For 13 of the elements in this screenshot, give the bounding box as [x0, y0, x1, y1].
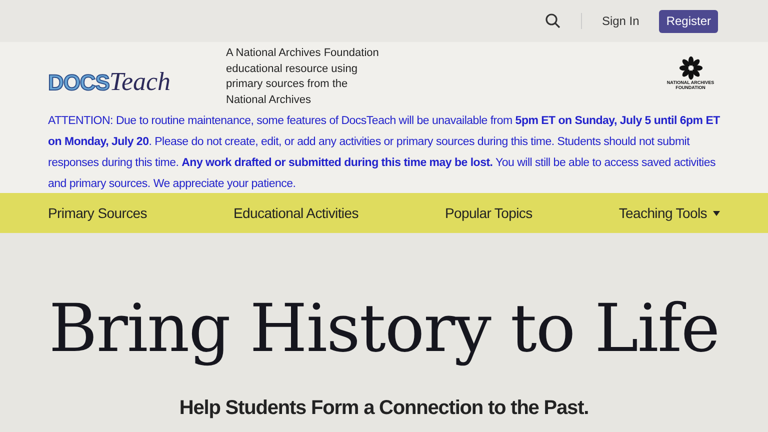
- hero-subtitle: Help Students Form a Connection to the Past.: [179, 396, 589, 421]
- tagline: A National Archives Foundation educational resource using primary sources from the National Archives: [226, 46, 380, 108]
- hero-title: Bring History to Life: [48, 289, 720, 369]
- star-burst-icon: [678, 56, 702, 80]
- docsteach-logo[interactable]: DOCSTeach: [48, 62, 226, 101]
- maintenance-notice: ATTENTION: Due to routine maintenance, some features of DocsTeach will be unavailable from 5pm ET on Sunday, July 5 until 6pm ET on Monday, July 20. Please do not create, edit, or add any activities or primary sources during this time. Students should not submit responses during this time. Any work drafted or submitted during this time may be lost. You will still be able to access saved activities and primary sources. We appreciate your patience.: [48, 114, 720, 192]
- nav-item[interactable]: Teaching Tools: [618, 202, 720, 224]
- sign-in-link[interactable]: Sign In: [602, 12, 640, 30]
- nav-item[interactable]: Popular Topics: [444, 202, 532, 224]
- register-button[interactable]: Register: [659, 10, 718, 32]
- nav-item[interactable]: Primary Sources: [48, 202, 147, 224]
- search-icon[interactable]: [544, 13, 561, 29]
- nav-item[interactable]: Educational Activities: [234, 202, 358, 224]
